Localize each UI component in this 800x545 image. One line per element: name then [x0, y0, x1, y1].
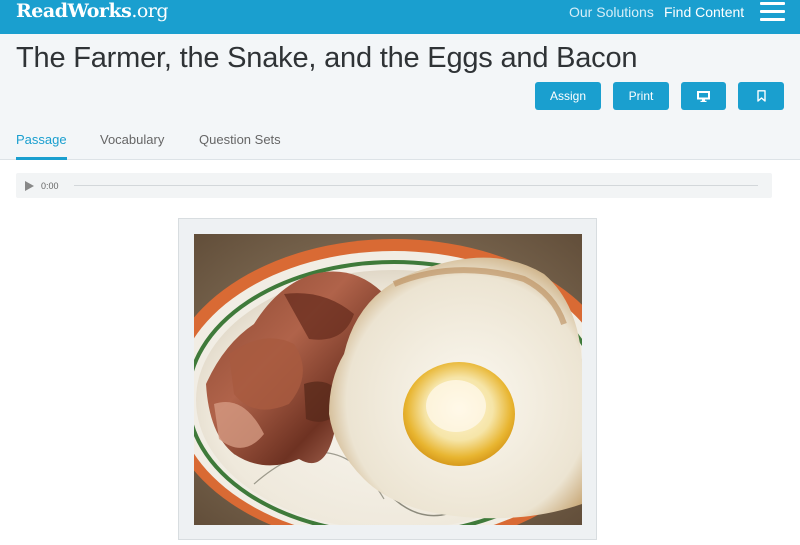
tab-question-sets[interactable]: Question Sets: [199, 132, 281, 148]
bookmark-button[interactable]: [738, 82, 784, 110]
print-button[interactable]: Print: [613, 82, 669, 110]
page-title: The Farmer, the Snake, and the Eggs and …: [16, 42, 638, 74]
audio-progress-track[interactable]: [74, 185, 758, 186]
assign-button[interactable]: Assign: [535, 82, 601, 110]
audio-time: 0:00: [41, 181, 59, 191]
tab-vocabulary[interactable]: Vocabulary: [100, 132, 164, 148]
logo-main: ReadWorks: [16, 0, 132, 22]
nav-our-solutions[interactable]: Our Solutions: [569, 4, 654, 20]
monitor-icon: [697, 90, 710, 102]
nav-find-content[interactable]: Find Content: [664, 4, 744, 20]
present-button[interactable]: [681, 82, 726, 110]
audio-player: 0:00: [16, 173, 772, 198]
bookmark-icon: [756, 90, 766, 102]
tab-passage[interactable]: Passage: [16, 132, 67, 148]
passage-header: The Farmer, the Snake, and the Eggs and …: [0, 34, 800, 160]
logo-suffix: .org: [131, 0, 169, 22]
eggs-and-bacon-photo: [194, 234, 582, 525]
play-icon[interactable]: [25, 181, 34, 191]
top-navigation-bar: ReadWorks.org Our Solutions Find Content: [0, 0, 800, 34]
readworks-logo[interactable]: ReadWorks.org: [16, 0, 169, 22]
hamburger-icon[interactable]: [760, 2, 785, 21]
active-tab-indicator: [16, 157, 67, 160]
passage-image-frame: [178, 218, 597, 540]
